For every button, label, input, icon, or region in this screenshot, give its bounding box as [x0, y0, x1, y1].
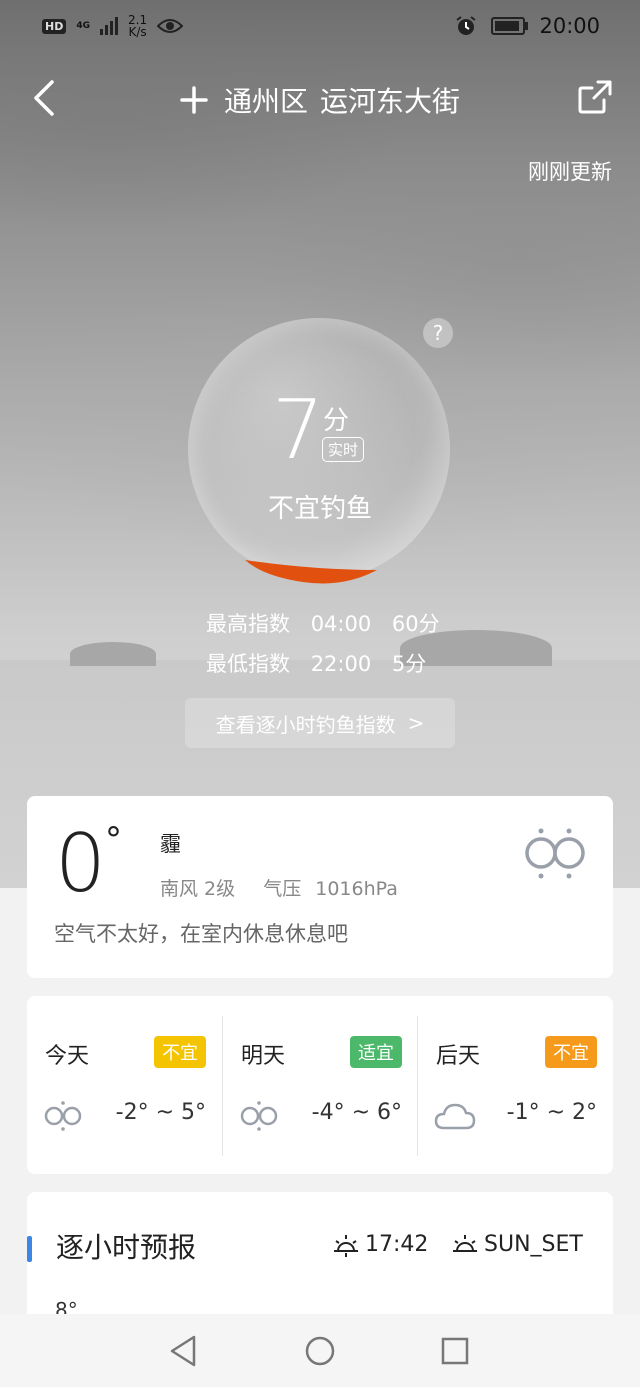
- battery-icon: [491, 17, 529, 35]
- hourly-fishing-label: 查看逐小时钓鱼指数: [215, 712, 396, 737]
- sun-event-icon: [453, 1234, 477, 1252]
- air-quality-advice: 空气不太好，在室内休息休息吧: [54, 922, 348, 946]
- status-bar: HD 4G 2.1 K/s 20:00: [0, 12, 640, 44]
- lowest-index: 最低指数 22:00 5分: [206, 648, 440, 678]
- sunset-icon: [334, 1234, 358, 1257]
- current-condition: 霾: [160, 832, 181, 856]
- add-location-icon[interactable]: [180, 86, 208, 114]
- temp-range: -2° ~ 5°: [115, 1100, 206, 1125]
- location-district: 通州区: [224, 85, 309, 118]
- temp-range: -1° ~ 2°: [506, 1100, 597, 1125]
- navigation-bar: [0, 1314, 640, 1387]
- wind-pressure: 南风 2级 气压 1016hPa: [160, 874, 420, 901]
- eye-icon: [157, 19, 184, 33]
- sunset-time-value: 17:42: [365, 1232, 429, 1257]
- day-name: 后天: [436, 1044, 481, 1069]
- hd-indicator: HD: [42, 18, 67, 34]
- hourly-fishing-button[interactable]: 查看逐小时钓鱼指数 >: [185, 698, 455, 748]
- lowest-label: 最低指数: [206, 652, 290, 676]
- hourly-forecast-card: 逐小时预报 17:42 SUN_SET 8°: [27, 1192, 613, 1332]
- pressure-label: 气压: [263, 878, 302, 900]
- degree-symbol: °: [105, 820, 122, 860]
- home-nav-icon[interactable]: [304, 1334, 336, 1368]
- haze-icon: [44, 1101, 82, 1131]
- forecast-day[interactable]: 今天 不宜 -2° ~ 5°: [27, 996, 222, 1174]
- sun-event: SUN_SET: [452, 1232, 583, 1257]
- lowest-time: 22:00: [310, 652, 372, 676]
- cloud-icon: [434, 1103, 476, 1130]
- back-nav-icon[interactable]: [168, 1334, 198, 1368]
- forecast-card: 今天 不宜 -2° ~ 5° 明天 适宜 -4° ~ 6° 后天 不宜 -1° …: [27, 996, 613, 1174]
- realtime-tag: 实时: [322, 437, 365, 462]
- day-name: 今天: [45, 1044, 90, 1069]
- update-status: 刚刚更新: [528, 160, 612, 184]
- hourly-title: 逐小时预报: [56, 1231, 197, 1264]
- highest-label: 最高指数: [206, 612, 290, 636]
- fishing-verdict: 不宜钓鱼: [267, 494, 372, 524]
- day-name: 明天: [241, 1044, 286, 1069]
- back-icon[interactable]: [30, 78, 60, 118]
- location-street: 运河东大街: [320, 85, 461, 118]
- forecast-day[interactable]: 后天 不宜 -1° ~ 2°: [418, 996, 613, 1174]
- score-gauge: [245, 560, 377, 584]
- signal-icon: [100, 17, 118, 35]
- score-unit: 分: [323, 406, 350, 436]
- haze-icon: [525, 828, 585, 879]
- fishing-tag: 不宜: [154, 1036, 206, 1068]
- highest-index: 最高指数 04:00 60分: [206, 608, 454, 638]
- clock: 20:00: [539, 14, 600, 38]
- top-bar: 通州区 运河东大街: [0, 68, 640, 128]
- section-accent-bar: [27, 1236, 32, 1262]
- temp-range: -4° ~ 6°: [311, 1100, 402, 1125]
- lowest-score: 5分: [391, 652, 427, 676]
- sun-event-label: SUN_SET: [484, 1232, 583, 1257]
- current-weather-card[interactable]: 0 ° 霾 南风 2级 气压 1016hPa 空气不太好，在室内休息休息吧: [27, 796, 613, 978]
- fishing-tag: 适宜: [350, 1036, 402, 1068]
- alarm-icon: [456, 16, 477, 35]
- pressure-value: 1016hPa: [315, 878, 398, 900]
- wind-info: 南风 2级: [160, 878, 236, 900]
- fishing-score: 7: [272, 383, 325, 478]
- highest-time: 04:00: [310, 612, 372, 636]
- current-temp: 0: [55, 817, 106, 910]
- net-gen: 4G: [76, 21, 90, 31]
- location-title[interactable]: 通州区 运河东大街: [180, 80, 460, 120]
- island-left: [70, 642, 156, 666]
- chevron-right-icon: >: [407, 711, 425, 735]
- recents-nav-icon[interactable]: [440, 1334, 470, 1368]
- share-icon[interactable]: [576, 78, 614, 116]
- fishing-tag: 不宜: [545, 1036, 597, 1068]
- haze-icon: [240, 1101, 278, 1131]
- speed-unit: K/s: [128, 25, 147, 39]
- network-speed: 2.1 K/s: [128, 14, 147, 38]
- help-icon[interactable]: ?: [423, 318, 453, 348]
- sunset-time: 17:42: [333, 1232, 428, 1257]
- highest-score: 60分: [391, 612, 440, 636]
- forecast-day[interactable]: 明天 适宜 -4° ~ 6°: [223, 996, 418, 1174]
